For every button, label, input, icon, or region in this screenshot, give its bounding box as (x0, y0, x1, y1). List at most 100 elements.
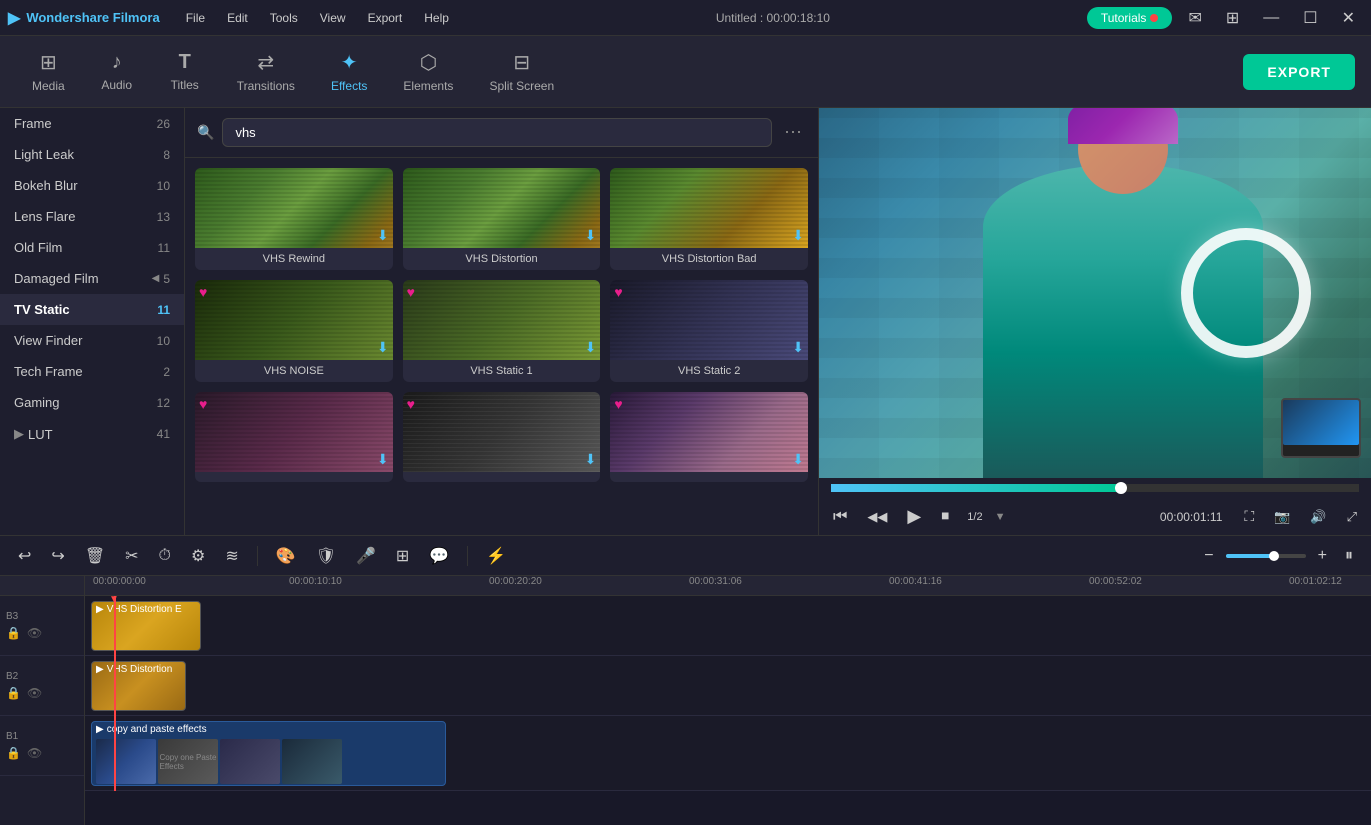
effect-card-vhs-rewind[interactable]: ⬇ VHS Rewind (195, 168, 393, 270)
heart-icon-row3-2: ♥ (407, 396, 415, 412)
preview-progress-bar[interactable] (831, 484, 1359, 492)
zoom-in-button[interactable]: + (1312, 543, 1333, 569)
window-title: Untitled : 00:00:18:10 (459, 11, 1087, 25)
cut-button[interactable]: ✂ (119, 542, 144, 570)
export-button[interactable]: EXPORT (1243, 54, 1355, 90)
panel-item-lut[interactable]: ▶LUT 41 (0, 418, 184, 450)
audio-settings-button[interactable]: ⚙ (185, 542, 211, 570)
panel-item-tv-static[interactable]: TV Static 11 (0, 294, 184, 325)
toolbar-titles[interactable]: T Titles (153, 43, 217, 100)
b1-lock-button[interactable]: 🔒 (6, 746, 21, 760)
effect-label-vhs-static-1: VHS Static 1 (403, 360, 601, 382)
menu-tools[interactable]: Tools (260, 7, 308, 29)
menu-edit[interactable]: Edit (217, 7, 258, 29)
undo-button[interactable]: ↩ (12, 542, 37, 570)
panel-item-light-leak[interactable]: Light Leak 8 (0, 139, 184, 170)
preview-frame-back-button[interactable]: ◀◀ (861, 505, 893, 529)
clip-copy-paste-effects[interactable]: ▶ copy and paste effects Copy one PasteE… (91, 721, 446, 786)
menu-help[interactable]: Help (414, 7, 459, 29)
tutorials-button[interactable]: Tutorials (1087, 7, 1173, 29)
delete-button[interactable]: 🗑 (79, 542, 111, 570)
track-label-b3-bottom: 🔒 👁 (6, 626, 78, 640)
effect-card-vhs-static-1[interactable]: ♥ ⬇ VHS Static 1 (403, 280, 601, 382)
effect-card-vhs-static-2[interactable]: ♥ ⬇ VHS Static 2 (610, 280, 808, 382)
preview-snapshot-button[interactable]: 📷 (1268, 505, 1296, 529)
thumb-2: Copy one PasteEffects (158, 739, 218, 784)
pause-button[interactable]: ⏸ (1339, 543, 1359, 569)
clip-vhs-distortion-b2[interactable]: ▶ VHS Distortion (91, 661, 186, 711)
grid-button[interactable]: ⊞ (1218, 4, 1247, 32)
menu-export[interactable]: Export (358, 7, 413, 29)
toolbar-effects[interactable]: ✦ Effects (315, 42, 383, 101)
effect-thumb-vhs-distortion: ⬇ (403, 168, 601, 248)
more-options-icon[interactable]: ⋯ (780, 118, 806, 147)
panel-item-bokeh-blur-count: 10 (157, 179, 170, 193)
effect-card-vhs-distortion[interactable]: ⬇ VHS Distortion (403, 168, 601, 270)
title-bar-right: Tutorials ✉ ⊞ — ☐ ✕ (1087, 4, 1363, 32)
preview-volume-button[interactable]: 🔊 (1304, 505, 1332, 529)
heart-icon-row3-1: ♥ (199, 396, 207, 412)
search-input[interactable] (222, 118, 772, 147)
duration-button[interactable]: ⏱ (153, 543, 177, 569)
color-correct-button[interactable]: 🎨 (270, 542, 302, 570)
effect-card-vhs-noise[interactable]: ♥ ⬇ VHS NOISE (195, 280, 393, 382)
effect-card-row3-1[interactable]: ♥ ⬇ (195, 392, 393, 482)
menu-view[interactable]: View (310, 7, 356, 29)
effect-card-row3-2[interactable]: ♥ ⬇ (403, 392, 601, 482)
preview-stop-button[interactable]: ⏹ (935, 504, 955, 530)
clip-text-b1: copy and paste effects (107, 724, 207, 735)
zoom-bar[interactable] (1226, 554, 1306, 558)
heart-icon-row3-3: ♥ (614, 396, 622, 412)
playhead (114, 596, 116, 791)
panel-item-frame[interactable]: Frame 26 (0, 108, 184, 139)
preview-play-button[interactable]: ▶ (901, 502, 927, 531)
preview-panel: ⏮ ◀◀ ▶ ⏹ 1/2 ▼ 00:00:01:11 ⛶ 📷 🔊 ⤢ (818, 108, 1371, 535)
speed-button[interactable]: ⚡ (480, 542, 512, 570)
panel-item-lens-flare[interactable]: Lens Flare 13 (0, 201, 184, 232)
monitor (1281, 398, 1361, 458)
b3-eye-button[interactable]: 👁 (27, 626, 42, 640)
effects-panel: 🔍 ⋯ ⬇ VHS Rewind ⬇ VHS Distortion (185, 108, 818, 535)
redo-button[interactable]: ↪ (45, 542, 70, 570)
toolbar-split-screen[interactable]: ⊟ Split Screen (473, 42, 570, 101)
panel-item-view-finder[interactable]: View Finder 10 (0, 325, 184, 356)
toolbar-media[interactable]: ⊞ Media (16, 42, 81, 101)
zoom-out-button[interactable]: − (1198, 543, 1219, 569)
preview-skip-back-button[interactable]: ⏮ (827, 504, 853, 530)
panel-item-bokeh-blur[interactable]: Bokeh Blur 10 (0, 170, 184, 201)
toolbar-transitions[interactable]: ⇄ Transitions (221, 42, 311, 101)
person-head (1078, 108, 1168, 194)
b2-eye-button[interactable]: 👁 (27, 686, 42, 700)
transitions-label: Transitions (237, 79, 295, 93)
minimize-button[interactable]: — (1255, 5, 1287, 31)
preview-expand-button[interactable]: ⤢ (1341, 505, 1363, 529)
panel-item-tech-frame[interactable]: Tech Frame 2 (0, 356, 184, 387)
preview-fullscreen-button[interactable]: ⛶ (1238, 504, 1260, 529)
close-button[interactable]: ✕ (1334, 4, 1363, 32)
panel-item-old-film[interactable]: Old Film 11 (0, 232, 184, 263)
timeline: ↩ ↪ 🗑 ✂ ⏱ ⚙ ≋ 🎨 🛡 🎤 ⊞ 💬 ⚡ − + ⏸ (0, 535, 1371, 825)
b1-eye-button[interactable]: 👁 (27, 746, 42, 760)
panel-item-gaming[interactable]: Gaming 12 (0, 387, 184, 418)
clip-vhs-distortion-e[interactable]: ▶ VHS Distortion E (91, 601, 201, 651)
b3-lock-button[interactable]: 🔒 (6, 626, 21, 640)
stabilize-button[interactable]: 🛡 (310, 542, 342, 570)
download-icon-row3-3: ⬇ (792, 451, 804, 468)
effect-card-row3-3[interactable]: ♥ ⬇ (610, 392, 808, 482)
panel-item-light-leak-count: 8 (163, 148, 170, 162)
toolbar-elements[interactable]: ⬡ Elements (387, 42, 469, 101)
motion-track-button[interactable]: ⊞ (390, 542, 415, 570)
audio-wave-button[interactable]: ≋ (219, 542, 244, 570)
speech-button[interactable]: 🎤 (350, 542, 382, 570)
panel-item-old-film-label: Old Film (14, 240, 62, 255)
effect-card-vhs-distortion-bad[interactable]: ⬇ VHS Distortion Bad (610, 168, 808, 270)
panel-item-lens-flare-count: 13 (157, 210, 170, 224)
maximize-button[interactable]: ☐ (1295, 4, 1325, 32)
left-panel: Frame 26 Light Leak 8 Bokeh Blur 10 Lens… (0, 108, 185, 535)
mail-button[interactable]: ✉ (1180, 4, 1209, 32)
subtitle-button[interactable]: 💬 (423, 542, 455, 570)
toolbar-audio[interactable]: ♪ Audio (85, 43, 149, 100)
b2-lock-button[interactable]: 🔒 (6, 686, 21, 700)
menu-file[interactable]: File (176, 7, 215, 29)
panel-item-damaged-film[interactable]: Damaged Film ◀ 5 (0, 263, 184, 294)
